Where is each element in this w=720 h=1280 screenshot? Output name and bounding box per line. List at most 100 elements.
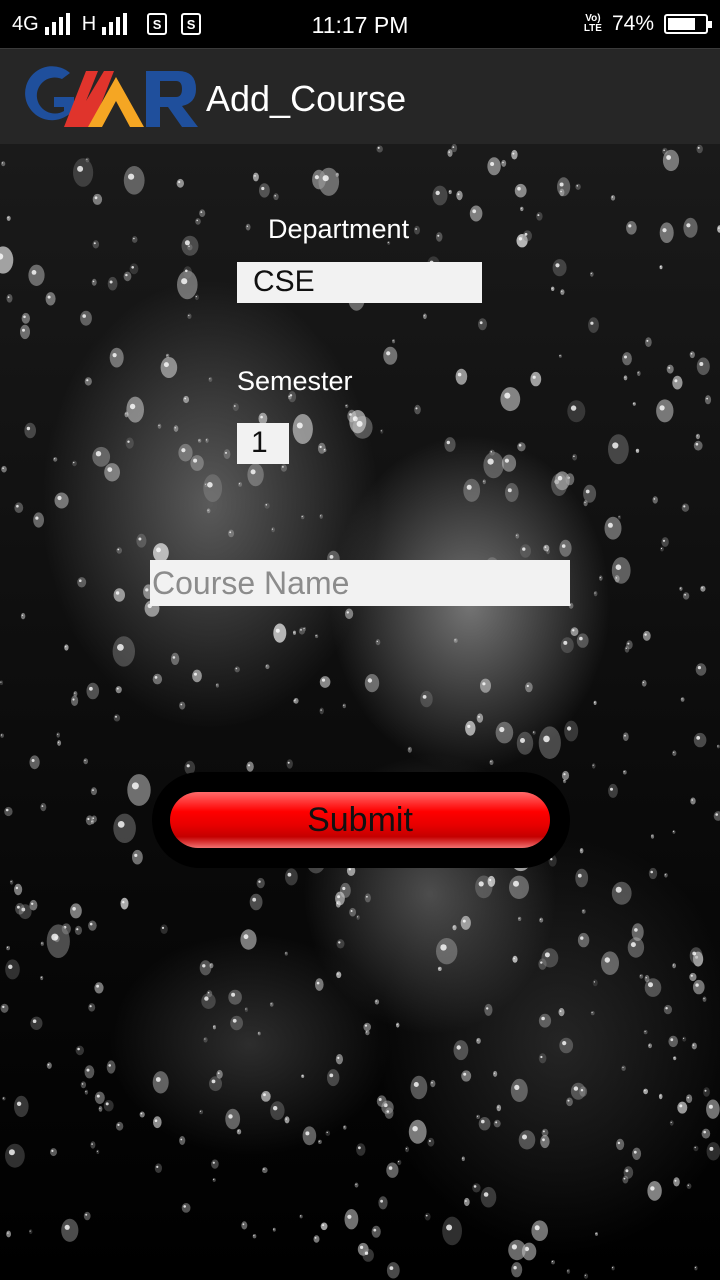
rain-drop bbox=[201, 993, 216, 1009]
rain-drop-highlight bbox=[504, 458, 509, 463]
rain-drop-highlight bbox=[692, 1044, 695, 1046]
rain-drop bbox=[455, 368, 468, 385]
rain-drop bbox=[642, 630, 651, 641]
rain-drop bbox=[115, 1121, 124, 1131]
rain-drop bbox=[696, 357, 710, 376]
submit-button-frame: Submit bbox=[152, 772, 570, 868]
rain-drop bbox=[84, 1065, 95, 1079]
rain-drop bbox=[319, 676, 331, 688]
rain-drop-highlight bbox=[315, 635, 317, 637]
rain-drop bbox=[113, 813, 136, 843]
rain-drop bbox=[531, 1220, 548, 1241]
rain-drop-highlight bbox=[679, 587, 682, 589]
rain-drop-highlight bbox=[577, 873, 582, 878]
rain-drop-highlight bbox=[345, 405, 347, 407]
rain-drop bbox=[704, 395, 712, 405]
rain-drop-highlight bbox=[610, 787, 613, 791]
rain-drop-highlight bbox=[717, 745, 719, 747]
rain-drop bbox=[183, 395, 190, 404]
rain-drop-highlight bbox=[204, 1038, 206, 1040]
submit-button[interactable]: Submit bbox=[170, 792, 550, 848]
rain-drop bbox=[301, 1074, 305, 1078]
rain-drop-highlight bbox=[695, 983, 699, 987]
rain-drop-highlight bbox=[376, 640, 378, 643]
rain-drop-highlight bbox=[31, 270, 37, 275]
rain-drop bbox=[228, 989, 242, 1005]
rain-drop bbox=[622, 732, 629, 741]
rain-drop-highlight bbox=[6, 946, 9, 949]
rain-drop-highlight bbox=[670, 1121, 672, 1123]
department-select[interactable]: CSE bbox=[237, 262, 482, 303]
rain-drop-highlight bbox=[511, 1244, 517, 1250]
rain-drop-highlight bbox=[617, 1141, 621, 1145]
rain-drop-highlight bbox=[551, 287, 553, 289]
rain-drop-highlight bbox=[690, 352, 693, 355]
rain-drop bbox=[672, 830, 676, 834]
rain-drop bbox=[484, 1003, 493, 1016]
rain-drop-highlight bbox=[199, 1110, 202, 1112]
rain-drop bbox=[345, 608, 354, 620]
rain-drop bbox=[181, 1203, 191, 1213]
rain-drop-highlight bbox=[377, 146, 380, 149]
rain-drop bbox=[104, 463, 120, 482]
semester-select[interactable]: 1 bbox=[237, 423, 289, 464]
rain-drop-highlight bbox=[300, 1215, 302, 1217]
rain-drop-highlight bbox=[117, 821, 125, 828]
rain-drop bbox=[160, 357, 178, 378]
rain-drop-highlight bbox=[622, 1066, 624, 1069]
rain-drop-highlight bbox=[366, 1031, 368, 1033]
rain-drop bbox=[318, 167, 340, 196]
rain-drop-highlight bbox=[228, 1114, 233, 1119]
rain-drop-highlight bbox=[51, 1149, 54, 1152]
rain-drop bbox=[611, 557, 631, 584]
rain-drop-highlight bbox=[659, 266, 662, 268]
rain-drop-highlight bbox=[10, 881, 12, 883]
battery-level bbox=[668, 18, 695, 30]
rain-drop bbox=[414, 225, 420, 235]
rain-drop bbox=[70, 903, 82, 919]
rain-drop-highlight bbox=[392, 340, 394, 342]
rain-drop bbox=[352, 416, 373, 439]
rain-drop bbox=[538, 958, 547, 970]
battery-percent: 74% bbox=[611, 12, 654, 35]
rain-drop bbox=[460, 915, 471, 930]
rain-drop bbox=[461, 1156, 465, 1162]
rain-drop-highlight bbox=[212, 1161, 215, 1164]
rain-drop-highlight bbox=[86, 1068, 90, 1072]
rain-drop bbox=[701, 1128, 711, 1139]
course-name-input[interactable] bbox=[150, 560, 570, 606]
rain-drop bbox=[83, 758, 88, 765]
rain-drop bbox=[577, 932, 590, 948]
rain-drop-highlight bbox=[532, 375, 536, 379]
rain-drop-highlight bbox=[520, 207, 522, 209]
rain-drop-highlight bbox=[422, 695, 427, 699]
rain-drop bbox=[669, 1120, 674, 1126]
rain-drop-highlight bbox=[207, 509, 209, 511]
rain-drop bbox=[14, 502, 24, 513]
rain-drop-highlight bbox=[630, 942, 636, 948]
rain-drop bbox=[21, 312, 30, 324]
rain-drop-highlight bbox=[156, 1165, 159, 1168]
rain-drop-highlight bbox=[423, 315, 425, 317]
rain-drop-highlight bbox=[691, 799, 693, 801]
rain-drop-highlight bbox=[265, 504, 268, 506]
rain-drop-highlight bbox=[642, 681, 645, 684]
rain-drop bbox=[408, 1119, 427, 1144]
rain-drop-highlight bbox=[86, 379, 89, 382]
rain-drop bbox=[686, 1094, 693, 1103]
rain-drop bbox=[320, 1222, 328, 1231]
rain-drop bbox=[50, 1148, 57, 1157]
rain-drop-highlight bbox=[696, 736, 701, 740]
rain-drop-highlight bbox=[415, 228, 417, 230]
rain-drop bbox=[510, 1078, 528, 1102]
rain-drop bbox=[271, 527, 275, 533]
rain-drop bbox=[349, 907, 356, 917]
rain-drop bbox=[696, 144, 703, 154]
rain-drop bbox=[453, 638, 458, 643]
rain-drop-highlight bbox=[211, 1079, 216, 1084]
rain-drop-highlight bbox=[567, 726, 572, 731]
rain-drop bbox=[572, 453, 578, 461]
rain-drop bbox=[635, 448, 640, 453]
rain-drop bbox=[1, 465, 7, 473]
rain-drop-highlight bbox=[229, 531, 232, 534]
